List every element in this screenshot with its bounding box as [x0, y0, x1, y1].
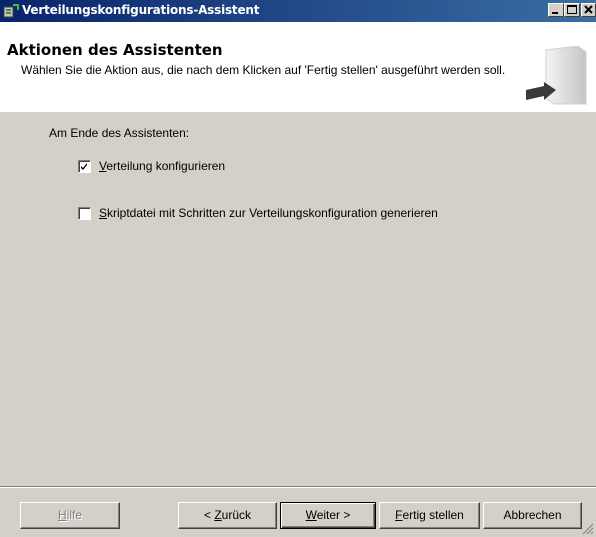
section-label: Am Ende des Assistenten: [49, 126, 190, 140]
close-icon [584, 5, 593, 14]
close-button[interactable] [581, 3, 596, 17]
checkbox-configure-distribution[interactable] [78, 160, 91, 173]
wizard-window: Verteilungskonfigurations-Assistent Akti… [0, 0, 596, 537]
header-divider [0, 111, 596, 112]
minimize-button[interactable] [548, 3, 564, 17]
checkbox-generate-script[interactable] [78, 207, 91, 220]
next-button[interactable]: Weiter > [280, 502, 376, 529]
help-button[interactable]: Hilfe [20, 502, 120, 529]
title-bar[interactable]: Verteilungskonfigurations-Assistent [0, 0, 596, 22]
window-title: Verteilungskonfigurations-Assistent [22, 3, 260, 17]
app-icon [3, 4, 19, 18]
back-button[interactable]: < Zurück [178, 502, 277, 529]
minimize-icon [552, 12, 558, 14]
option-label-configure-distribution: Verteilung konfigurieren [99, 159, 226, 173]
wizard-header: Aktionen des Assistenten Wählen Sie die … [0, 22, 596, 112]
page-description: Wählen Sie die Aktion aus, die nach dem … [21, 63, 506, 77]
maximize-icon [567, 5, 577, 14]
option-label-generate-script: Skriptdatei mit Schritten zur Verteilung… [99, 206, 438, 220]
maximize-button[interactable] [564, 3, 580, 17]
server-graphic-icon [526, 46, 587, 105]
finish-button[interactable]: Fertig stellen [379, 502, 480, 529]
resize-grip-icon[interactable] [582, 523, 594, 535]
cancel-button[interactable]: Abbrechen [483, 502, 582, 529]
checkmark-icon [81, 163, 87, 170]
page-title: Aktionen des Assistenten [7, 41, 223, 59]
